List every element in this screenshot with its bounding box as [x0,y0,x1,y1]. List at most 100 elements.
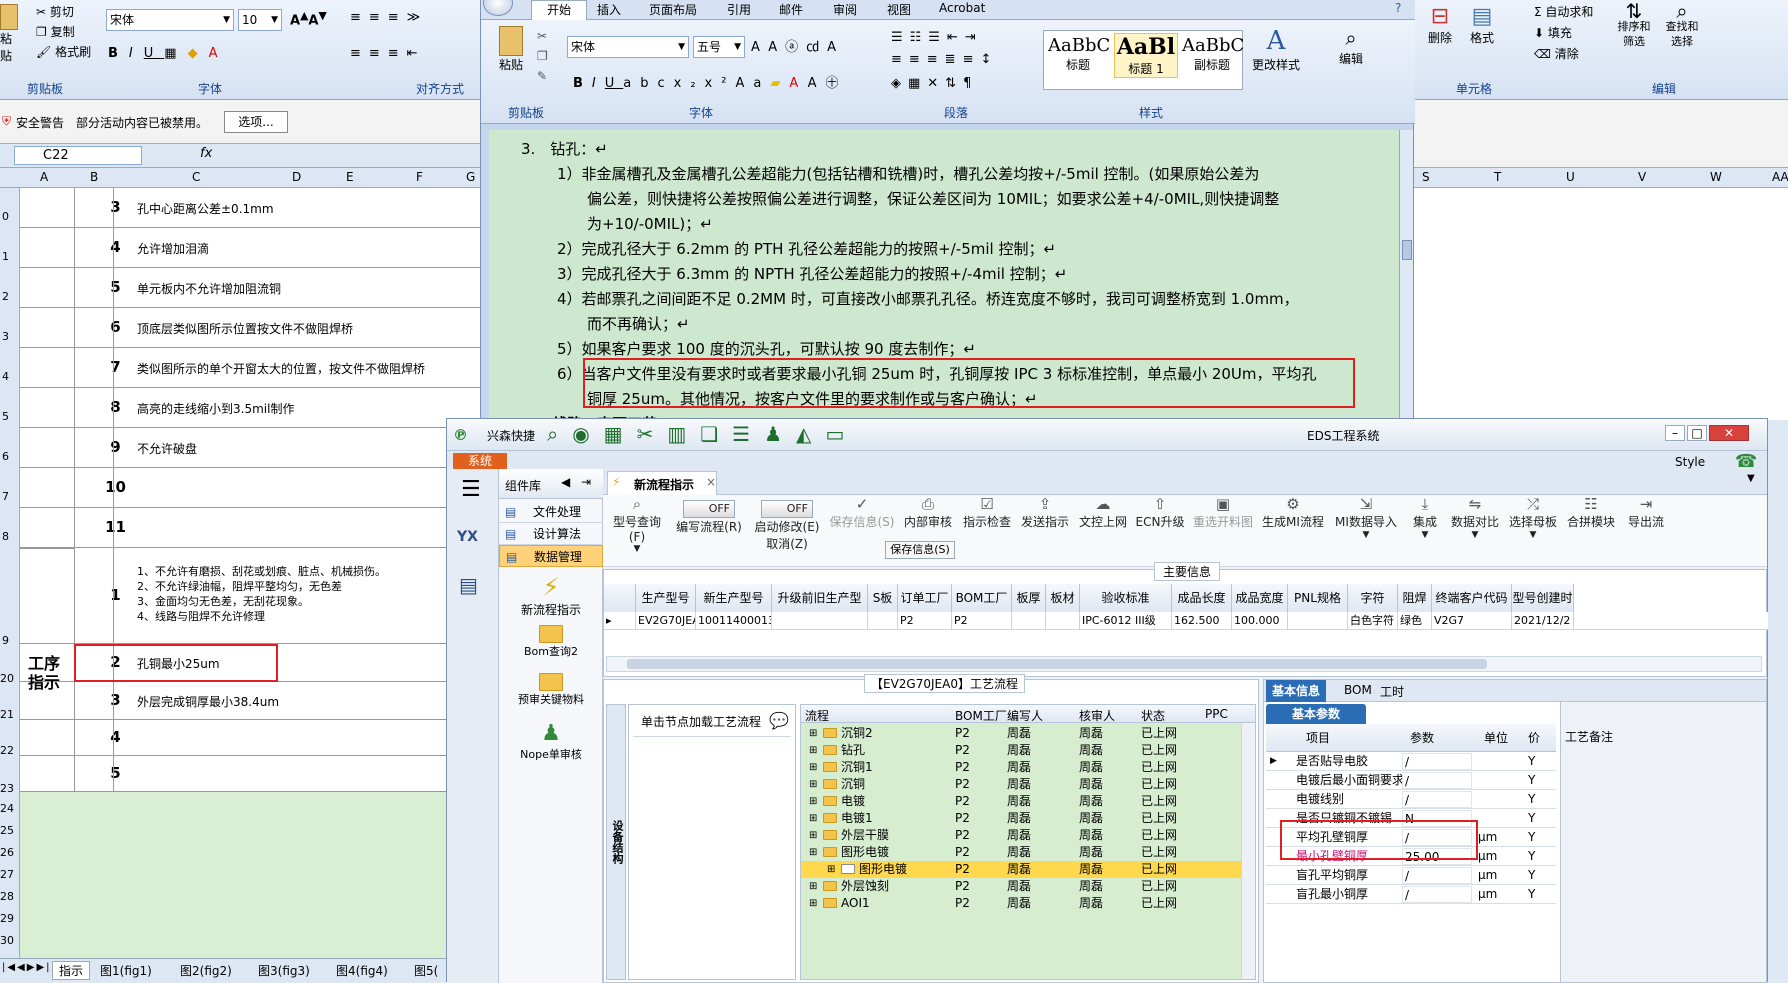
tree-row[interactable]: ⊞ 外层蚀刻 P2 周磊 周磊 已上网 [801,878,1255,895]
main-info-row[interactable]: ▸EV2G70JEA010011400013588 P2P2 IPC-6012 II… [604,612,1768,630]
internal-review-button[interactable]: ⎙ 内部审核 [899,495,957,530]
tree-row[interactable]: ⊞ AOI1 P2 周磊 周磊 已上网 [801,895,1255,912]
column-header[interactable]: 升级前旧生产型号 [772,584,868,612]
tab-review[interactable]: 审阅 [833,1,857,18]
expand-icon[interactable]: ⊞ [809,827,817,844]
list-buttons[interactable]: ☰☷☰⇤⇥ [891,30,983,45]
window-icon[interactable]: ▭ [825,422,858,446]
table-cell[interactable] [1288,612,1348,629]
col-header-e[interactable]: E [346,170,354,184]
flow-node-panel[interactable]: 单击节点加载工艺流程 💬 [628,704,796,980]
column-header[interactable]: 成品长度 [1172,584,1232,612]
paste-button[interactable]: 粘贴 [0,0,22,63]
word-font-size-select[interactable]: 五号 ▼ [693,36,745,58]
col-header-c[interactable]: C [192,170,200,184]
row-text[interactable]: 高亮的走线缩小到3.5mil制作 [137,400,294,417]
maximize-button[interactable]: □ [1687,425,1707,441]
table-cell[interactable]: V2G7 [1432,612,1512,629]
row-header[interactable]: 21 [0,708,14,721]
table-cell[interactable]: P2 [898,612,952,629]
expand-icon[interactable]: ⊞ [809,810,817,827]
row-header[interactable]: 8 [2,530,9,543]
scissors-icon[interactable]: ✂ [637,422,668,446]
table-cell[interactable]: 白色字符 [1348,612,1398,629]
doc-online-button[interactable]: ☁ 文控上网 [1075,495,1131,530]
sort-button[interactable]: ⇅ 排序和筛选 [1614,1,1654,49]
row-text[interactable]: 孔中心距离公差±0.1mm [137,200,274,217]
col-header-g[interactable]: G [466,170,475,184]
style-title[interactable]: AaBbC 标题 [1048,35,1110,73]
nav-design-algorithm[interactable]: ▤ 设计算法 [499,523,603,545]
word-font-tools[interactable]: AAⓐ㏅A [751,36,844,55]
tab-references[interactable]: 引用 [727,1,751,18]
nav-data-management[interactable]: ▤ 数据管理 [499,545,603,567]
tab-bom[interactable]: BOM [1344,683,1372,697]
style-label[interactable]: Style [1675,455,1705,469]
param-value[interactable]: / [1402,867,1472,884]
tree-row[interactable]: ⊞ 钻孔 P2 周磊 周磊 已上网 [801,742,1255,759]
column-header[interactable]: 验收标准 [1080,584,1172,612]
film-icon[interactable]: ▥ [667,422,700,446]
column-header[interactable]: 板材 [1046,584,1080,612]
expand-icon[interactable]: ⊞ [809,742,817,759]
tree-row[interactable]: ⊞ 电镀 P2 周磊 周磊 已上网 [801,793,1255,810]
table-cell[interactable]: P2 [952,612,1012,629]
row-header[interactable]: 7 [2,490,9,503]
column-header[interactable]: 编写人 [1007,707,1043,724]
excel-align-top-buttons[interactable]: ≡≡≡≫ [350,10,428,25]
chart-icon[interactable]: ◭ [796,422,825,446]
tab-basic-info[interactable]: 基本信息 [1266,680,1327,702]
expand-icon[interactable]: ⊞ [809,776,817,793]
cancel-label[interactable]: 取消(Z) [749,535,825,552]
column-header[interactable]: 阻焊 [1398,584,1432,612]
tree-row[interactable]: ⊞ 沉铜 P2 周磊 周磊 已上网 [801,776,1255,793]
row-text[interactable]: 顶底层类似图所示位置按文件不做阻焊桥 [137,320,353,337]
close-button[interactable]: ✕ [1709,425,1749,441]
model-query-button[interactable]: ⌕ 型号查询(F) ▼ [605,495,669,554]
merge-module-button[interactable]: ☷ 合拼模块 [1563,495,1619,530]
row-header[interactable]: 24 [0,802,14,815]
word-scrollbar[interactable] [1399,130,1413,420]
style-subtitle[interactable]: AaBbC 副标题 [1182,35,1244,73]
excel-format-buttons[interactable]: BIU▦◆A [108,46,228,61]
expand-icon[interactable]: ⊞ [809,844,817,861]
word-format-buttons[interactable]: BIUabcx₂x²Aa▰AA㊉ [573,72,848,91]
close-icon[interactable]: × [706,475,716,489]
row-header[interactable]: 9 [2,634,9,647]
write-flow-toggle[interactable]: OFF 编写流程(R) [671,495,747,535]
expand-icon[interactable]: ⊞ [809,725,817,742]
nav-file-processing[interactable]: ▤ 文件处理 [499,501,603,523]
tool-bom-query[interactable]: Bom查询2 [499,625,603,659]
table-cell[interactable] [1012,612,1046,629]
row-header[interactable]: 28 [0,890,14,903]
column-header[interactable]: 状态 [1141,707,1165,724]
word-font-name-select[interactable]: 宋体 ▼ [567,36,689,58]
column-header[interactable]: 生产型号 [636,584,696,612]
shading-buttons[interactable]: ◈▦✕⇅¶ [891,76,978,91]
menu-icon[interactable]: ☰ [461,477,481,502]
autosum-button[interactable]: Σ 自动求和 [1534,2,1593,23]
find-button[interactable]: ⌕ 查找和选择 [1662,1,1702,49]
minimize-button[interactable]: – [1665,425,1685,441]
tree-row[interactable]: ⊞ 电镀1 P2 周磊 周磊 已上网 [801,810,1255,827]
start-modify-toggle[interactable]: OFF 启动修改(E) 取消(Z) [749,495,825,552]
column-header[interactable]: 流程 [805,707,829,724]
help-icon[interactable]: ? [1395,1,1401,15]
col-header[interactable]: V [1638,170,1646,184]
row-text[interactable]: 1、不允许有磨损、刮花或划痕、脏点、机械损伤。 2、不允许绿油幅，阻焊平整均匀，… [137,564,386,624]
expand-icon[interactable]: ⊞ [809,878,817,895]
mi-data-import-button[interactable]: ⇲ MI数据导入 ▼ [1329,495,1403,540]
sheet-tab[interactable]: 图3(fig3) [258,962,310,979]
globe-icon[interactable]: ◉ [572,422,603,446]
row-header[interactable]: 6 [2,450,9,463]
security-options-button[interactable]: 选项... [224,111,288,133]
column-header[interactable]: 核审人 [1079,707,1115,724]
copy-icon[interactable]: ❐ [537,46,548,66]
cut-button[interactable]: ✂ 剪切 [36,2,91,22]
flow-scrollbar[interactable] [1241,723,1255,979]
expand-icon[interactable]: ⊞ [809,759,817,776]
row-header[interactable]: 25 [0,824,14,837]
sheet-tab[interactable]: 图2(fig2) [180,962,232,979]
column-header[interactable]: S板 [868,584,898,612]
row-text[interactable]: 允许增加泪滴 [137,240,209,257]
